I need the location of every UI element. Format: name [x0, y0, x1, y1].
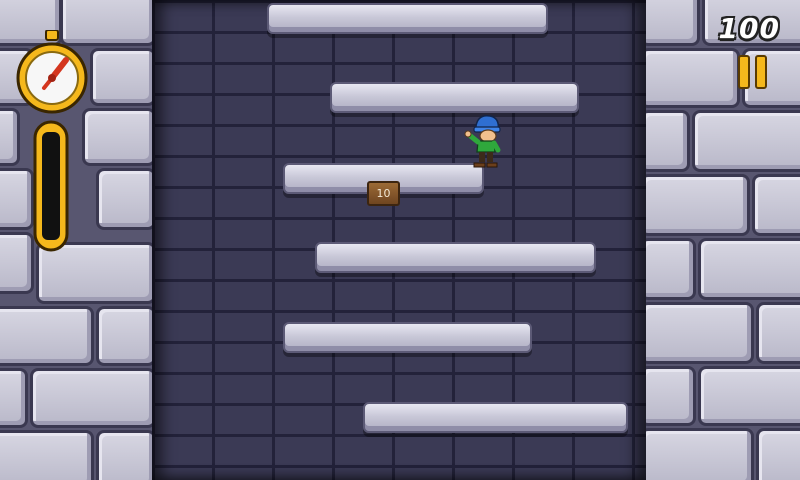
player-character	[464, 114, 501, 168]
ice-platform	[315, 242, 596, 273]
pause-button[interactable]	[736, 55, 770, 91]
stopwatch-icon	[16, 30, 88, 114]
combo-meter	[33, 120, 69, 252]
game-scene: 10 100	[0, 0, 800, 480]
ice-platform	[330, 82, 579, 113]
pause-icon	[738, 55, 750, 89]
right-stone-wall	[646, 0, 800, 480]
ice-platform	[267, 3, 548, 34]
ice-platform	[283, 322, 532, 353]
floor-number-sign: 10	[367, 181, 400, 206]
pause-icon	[755, 55, 767, 89]
score-counter: 100	[718, 12, 780, 45]
ice-platform	[363, 402, 628, 433]
